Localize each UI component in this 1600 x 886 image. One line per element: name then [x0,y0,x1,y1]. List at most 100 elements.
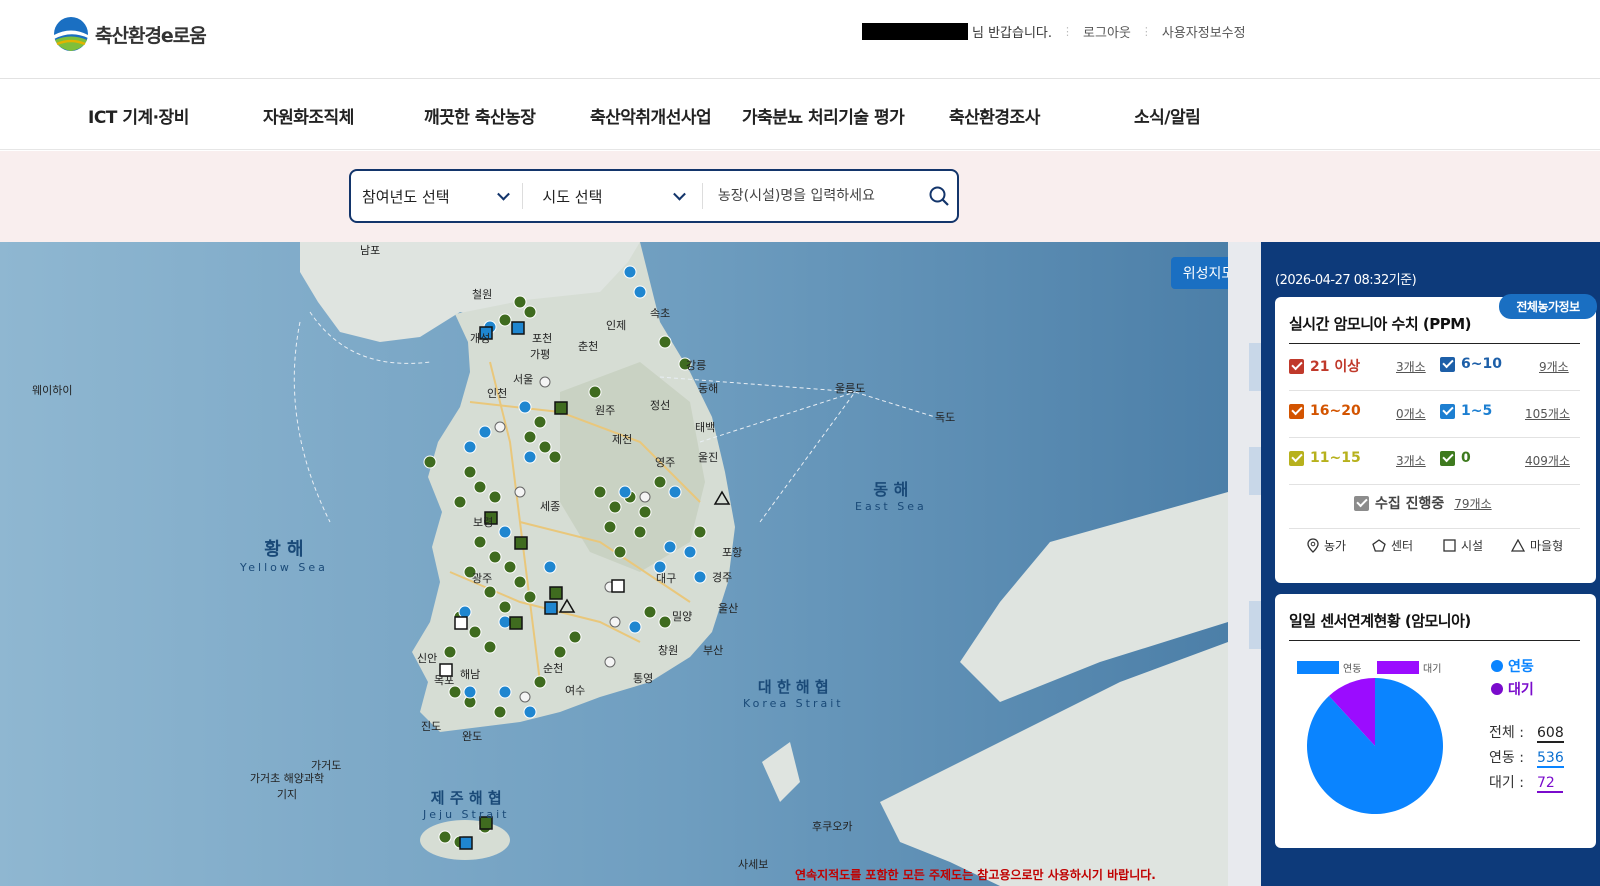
edit-profile-link[interactable]: 사용자정보수정 [1162,22,1246,41]
stat-label: 연동 : [1489,750,1524,766]
checkbox-icon [1289,450,1304,466]
ammonia-card: 실시간 암모니아 수치 (PPM) 21 이상 3개소 6~10 9개소 16~… [1275,297,1596,583]
map-place-label: 여수 [565,684,586,697]
map-place-label: 경주 [712,571,733,584]
farm-search-input[interactable] [701,183,922,209]
pie-slice-linked [1307,678,1443,814]
stat-total: 전체 : 608 [1489,722,1564,743]
map-place-label: 순천 [543,662,564,675]
level-filter-21plus[interactable]: 21 이상 [1289,356,1360,376]
panel-toggle-tab[interactable] [1249,601,1261,649]
region-select-value: 시도 선택 [542,187,603,206]
data-timestamp: (2026-04-27 08:32기준) [1275,273,1417,288]
level-filter-16-20[interactable]: 16~20 [1289,403,1361,419]
nav-item-news[interactable]: 소식/알림 [1134,103,1201,128]
nav-item-clean-farm[interactable]: 깨끗한 축산농장 [424,103,536,128]
map-view[interactable]: 남포 철원 속초 인제 포천 춘천 가평 개성 서울 인천 강릉 동해 원주 정… [0,242,1228,886]
chart-legend-item: 대기 [1377,660,1441,675]
nav-item-env-survey[interactable]: 축산환경조사 [949,103,1040,128]
legend-label: 대기 [1423,664,1442,675]
map-scroll-gutter [1228,242,1261,886]
sea-label-ko: 동 해 [873,480,909,499]
type-label: 마을형 [1530,539,1564,553]
redacted-username [862,23,968,40]
pin-icon [1307,538,1319,553]
greeting-text: 님 반갑습니다. [972,26,1053,41]
checkbox-icon [1289,403,1304,419]
pentagon-icon [1372,539,1386,552]
map-place-label: 춘천 [578,340,599,353]
site-logo[interactable]: 축산환경e로움 [53,16,207,52]
map-notice: 연속지적도를 포함한 모든 주제도는 참고용으로만 사용하시기 바랍니다. [795,868,1156,882]
stat-linked: 연동 : 536 [1489,747,1564,768]
nav-item-odor-project[interactable]: 축산악취개선사업 [590,103,712,128]
level-filter-6-10[interactable]: 6~10 [1440,356,1502,372]
chevron-down-icon [497,187,511,201]
legend-dot [1491,660,1503,672]
level-row: 21 이상 3개소 6~10 9개소 [1289,344,1580,391]
map-place-label: 속초 [650,307,671,320]
region-select[interactable]: 시도 선택 [522,183,701,209]
search-button[interactable] [921,178,957,214]
level-count-link[interactable]: 409개소 [1525,452,1570,469]
map-place-label: 목포 [434,674,455,687]
map-place-label: 후쿠오카 [812,820,853,833]
dot-legend-linked: 연동 [1491,656,1534,676]
sea-label-yellow: 황 해 Yellow Sea [240,535,328,574]
level-label: 0 [1461,450,1471,466]
year-select[interactable]: 참여년도 선택 [351,171,522,221]
map-place-label: 정선 [650,399,671,412]
chevron-down-icon [672,187,686,201]
logout-link[interactable]: 로그아웃 [1083,22,1131,41]
triangle-icon [1511,539,1525,552]
map-canvas [0,242,1228,886]
panel-toggle-tab[interactable] [1249,343,1261,391]
level-count-link[interactable]: 0개소 [1396,405,1426,422]
panel-toggle-tab[interactable] [1249,447,1261,495]
level-filter-11-15[interactable]: 11~15 [1289,450,1361,466]
logo-text: 축산환경e로움 [95,24,207,47]
map-place-label: 보령 [473,516,494,529]
level-count-link[interactable]: 3개소 [1396,452,1426,469]
sea-label-en: East Sea [855,500,927,513]
map-place-label: 진도 [421,720,442,733]
collecting-count-link[interactable]: 79개소 [1454,495,1491,512]
sea-label-en: Jeju Strait [423,808,510,821]
map-place-label: 울릉도 [835,382,866,395]
user-area: 님 반갑습니다. ⋮ 로그아웃 ⋮ 사용자정보수정 [862,22,1246,41]
collecting-filter[interactable]: 수집 진행중 79개소 [1354,493,1492,513]
legend-dot [1491,683,1503,695]
sea-label-korea-strait: 대 한 해 협 Korea Strait [743,676,844,710]
level-count-link[interactable]: 105개소 [1525,405,1570,422]
level-row: 16~20 0개소 1~5 105개소 [1289,391,1580,438]
nav-item-manure-tech[interactable]: 가축분뇨 처리기술 평가 [742,103,905,128]
map-place-label: 사세보 [738,858,769,871]
stat-label: 전체 : [1489,725,1524,741]
stat-value-linked: 536 [1537,750,1564,768]
type-label: 시설 [1461,539,1484,553]
map-place-label: 신안 [417,652,438,665]
separator: ⋮ [1140,25,1152,38]
level-filter-0[interactable]: 0 [1440,450,1471,466]
type-label: 센터 [1391,539,1414,553]
legend-label: 연동 [1508,659,1534,675]
level-filter-1-5[interactable]: 1~5 [1440,403,1492,419]
level-count-link[interactable]: 9개소 [1539,358,1569,375]
all-farm-info-button[interactable]: 전체농가정보 [1499,294,1597,319]
separator: ⋮ [1062,25,1074,38]
map-place-label: 제천 [612,433,633,446]
map-place-label: 원주 [595,404,616,417]
nav-item-resource-org[interactable]: 자원화조직체 [263,103,354,128]
search-box: 참여년도 선택 시도 선택 [349,169,959,223]
map-place-label: 밀양 [672,610,693,623]
nav-item-ict[interactable]: ICT 기계·장비 [88,103,189,128]
map-place-label: 창원 [658,644,679,657]
checkbox-icon [1354,495,1369,511]
map-place-label: 인제 [606,319,627,332]
sea-label-en: Yellow Sea [240,561,328,574]
level-label: 6~10 [1461,356,1502,372]
map-place-label: 강릉 [686,359,707,372]
map-place-label: 독도 [935,411,956,424]
legend-swatch [1377,661,1419,674]
level-count-link[interactable]: 3개소 [1396,358,1426,375]
